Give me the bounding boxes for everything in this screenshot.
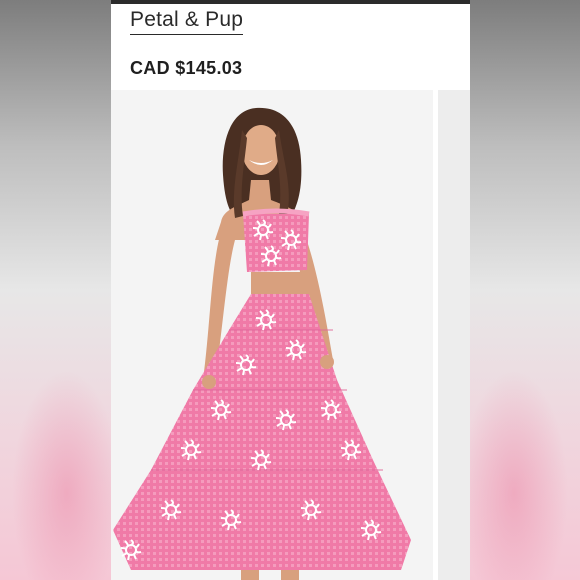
- price-label: CAD $145.03: [130, 58, 243, 78]
- blurred-background-left: [0, 0, 111, 580]
- product-photo[interactable]: [111, 90, 433, 580]
- listing-card[interactable]: Petal & Pup CAD $145.03: [111, 0, 470, 580]
- card-top-border: [111, 0, 470, 4]
- brand-name[interactable]: Petal & Pup: [130, 8, 244, 35]
- model-illustration: [113, 107, 411, 580]
- next-photo-peek[interactable]: [438, 90, 470, 580]
- blurred-background-right: [470, 0, 580, 580]
